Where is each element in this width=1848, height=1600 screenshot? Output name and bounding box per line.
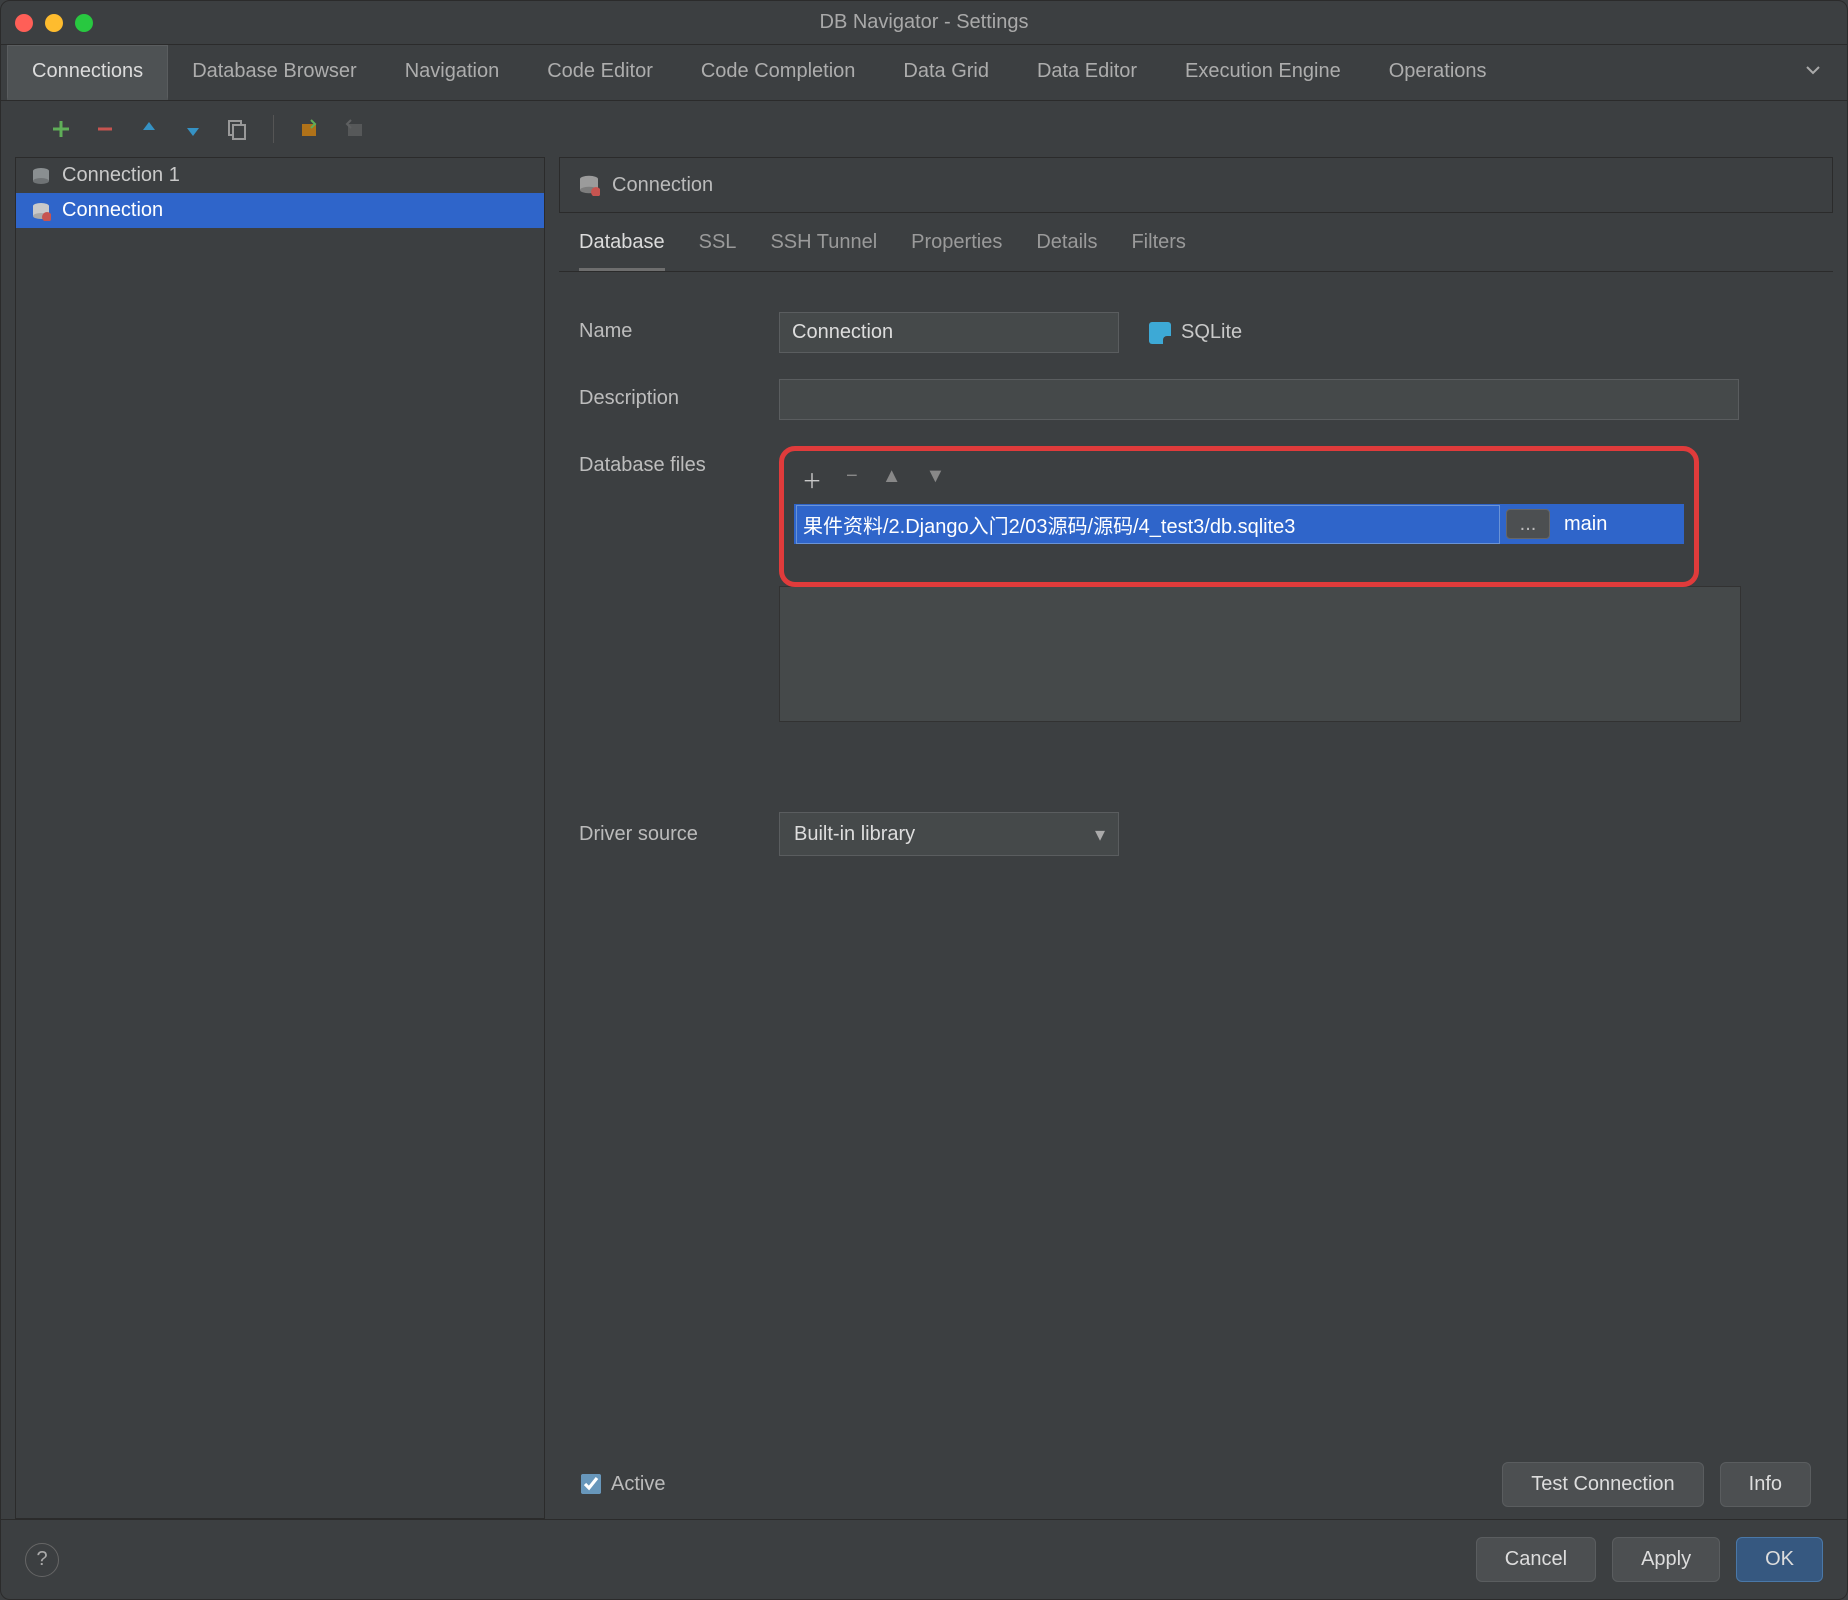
tabs-overflow-icon[interactable] bbox=[1779, 60, 1847, 86]
tab-database-browser[interactable]: Database Browser bbox=[168, 46, 381, 100]
connections-toolbar bbox=[1, 101, 1847, 157]
description-input[interactable] bbox=[779, 379, 1739, 420]
move-down-icon[interactable] bbox=[179, 115, 207, 143]
dialog-footer: ? Cancel Apply OK bbox=[1, 1519, 1847, 1599]
apply-button[interactable]: Apply bbox=[1612, 1537, 1720, 1582]
remove-icon[interactable] bbox=[91, 115, 119, 143]
export-icon[interactable] bbox=[340, 115, 368, 143]
connection-panel: Connection Database SSL SSH Tunnel Prope… bbox=[559, 157, 1833, 1519]
toolbar-separator bbox=[273, 115, 274, 143]
database-error-icon bbox=[30, 200, 52, 222]
help-button[interactable]: ? bbox=[25, 1543, 59, 1577]
subtab-ssh-tunnel[interactable]: SSH Tunnel bbox=[770, 231, 877, 271]
db-type-label: SQLite bbox=[1181, 321, 1242, 344]
tab-data-editor[interactable]: Data Editor bbox=[1013, 46, 1161, 100]
move-file-down-icon[interactable]: ▼ bbox=[925, 465, 945, 494]
database-error-icon bbox=[578, 174, 600, 196]
content: Connection 1 Connection Connection Datab… bbox=[1, 157, 1847, 1519]
db-files-list-area[interactable] bbox=[779, 586, 1741, 722]
import-icon[interactable] bbox=[296, 115, 324, 143]
titlebar: DB Navigator - Settings bbox=[1, 1, 1847, 45]
active-label: Active bbox=[611, 1473, 665, 1496]
subtab-ssl[interactable]: SSL bbox=[699, 231, 737, 271]
db-files-highlight: ＋ − ▲ ▼ 果件资料/2.Django入门2/03源码/源码/4_test3… bbox=[779, 446, 1699, 587]
database-icon bbox=[30, 165, 52, 187]
connections-list: Connection 1 Connection bbox=[15, 157, 545, 1519]
panel-header: Connection bbox=[559, 157, 1833, 213]
tab-execution-engine[interactable]: Execution Engine bbox=[1161, 46, 1365, 100]
tab-connections[interactable]: Connections bbox=[7, 45, 168, 100]
connection-item[interactable]: Connection bbox=[16, 193, 544, 228]
tab-code-completion[interactable]: Code Completion bbox=[677, 46, 880, 100]
description-label: Description bbox=[579, 379, 779, 410]
active-checkbox[interactable] bbox=[581, 1474, 601, 1494]
name-label: Name bbox=[579, 312, 779, 343]
connection-item-label: Connection 1 bbox=[62, 164, 180, 187]
active-checkbox-wrap[interactable]: Active bbox=[581, 1473, 665, 1496]
info-button[interactable]: Info bbox=[1720, 1462, 1811, 1507]
browse-file-button[interactable]: ... bbox=[1506, 509, 1550, 539]
window-title: DB Navigator - Settings bbox=[1, 11, 1847, 34]
tab-navigation[interactable]: Navigation bbox=[381, 46, 524, 100]
db-type-badge: SQLite bbox=[1149, 321, 1242, 344]
name-input[interactable] bbox=[779, 312, 1119, 353]
tab-data-grid[interactable]: Data Grid bbox=[879, 46, 1013, 100]
db-files-toolbar: ＋ − ▲ ▼ bbox=[794, 461, 1684, 504]
driver-source-label: Driver source bbox=[579, 823, 779, 846]
tab-code-editor[interactable]: Code Editor bbox=[523, 46, 677, 100]
connection-item-label: Connection bbox=[62, 199, 163, 222]
tab-operations[interactable]: Operations bbox=[1365, 46, 1511, 100]
copy-icon[interactable] bbox=[223, 115, 251, 143]
connection-item[interactable]: Connection 1 bbox=[16, 158, 544, 193]
remove-file-icon[interactable]: − bbox=[846, 465, 858, 494]
panel-bottom-row: Active Test Connection Info bbox=[559, 1449, 1833, 1519]
panel-title: Connection bbox=[612, 174, 713, 197]
db-file-row[interactable]: 果件资料/2.Django入门2/03源码/源码/4_test3/db.sqli… bbox=[794, 504, 1684, 544]
connection-sub-tabs: Database SSL SSH Tunnel Properties Detai… bbox=[559, 213, 1833, 272]
subtab-properties[interactable]: Properties bbox=[911, 231, 1002, 271]
test-connection-button[interactable]: Test Connection bbox=[1502, 1462, 1703, 1507]
ok-button[interactable]: OK bbox=[1736, 1537, 1823, 1582]
driver-source-select[interactable]: Built-in library bbox=[779, 812, 1119, 856]
move-up-icon[interactable] bbox=[135, 115, 163, 143]
settings-window: DB Navigator - Settings Connections Data… bbox=[0, 0, 1848, 1600]
db-files-label: Database files bbox=[579, 446, 779, 477]
driver-source-row: Driver source Built-in library bbox=[559, 812, 1833, 856]
db-file-path-input[interactable]: 果件资料/2.Django入门2/03源码/源码/4_test3/db.sqli… bbox=[796, 505, 1500, 544]
subtab-database[interactable]: Database bbox=[579, 231, 665, 271]
top-tabs: Connections Database Browser Navigation … bbox=[1, 45, 1847, 101]
database-form: Name SQLite Description Database files ＋ bbox=[559, 272, 1833, 722]
subtab-details[interactable]: Details bbox=[1036, 231, 1097, 271]
subtab-filters[interactable]: Filters bbox=[1131, 231, 1185, 271]
sqlite-icon bbox=[1149, 322, 1171, 344]
add-icon[interactable] bbox=[47, 115, 75, 143]
cancel-button[interactable]: Cancel bbox=[1476, 1537, 1596, 1582]
add-file-icon[interactable]: ＋ bbox=[802, 465, 822, 494]
db-file-schema[interactable]: main bbox=[1564, 513, 1684, 536]
move-file-up-icon[interactable]: ▲ bbox=[882, 465, 902, 494]
